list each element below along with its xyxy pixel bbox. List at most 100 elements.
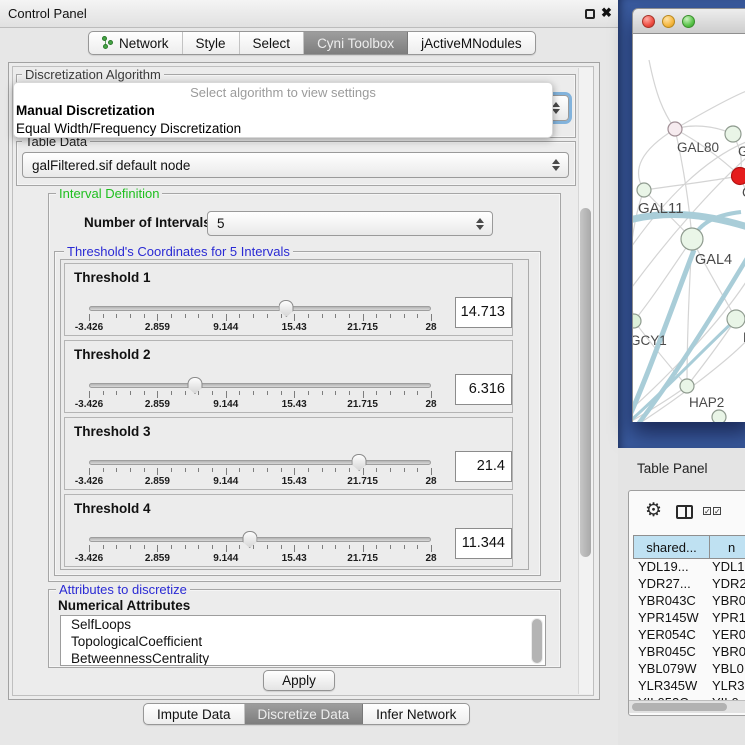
node-label-gal4: GAL4 <box>695 252 732 268</box>
cell-name: YDL1 <box>707 559 745 576</box>
control-panel-tabs: Network Style Select Cyni Toolbox jActiv… <box>88 31 536 55</box>
control-panel-titlebar <box>0 0 618 28</box>
zoom-traffic-light-icon[interactable] <box>682 15 695 28</box>
slider-ticks <box>89 314 431 322</box>
node-gcy1[interactable] <box>633 314 641 328</box>
tab[interactable]: Discretize Data <box>245 704 364 724</box>
tab[interactable]: Network <box>89 32 183 54</box>
attribute-list-item[interactable]: SelfLoops <box>61 616 545 633</box>
tab[interactable]: Infer Network <box>363 704 469 724</box>
node-gal11[interactable] <box>637 183 651 197</box>
gear-icon[interactable]: ⚙ <box>645 499 662 522</box>
table-row[interactable]: YDR27... YDR2 <box>633 576 745 593</box>
tab-label: Cyni Toolbox <box>317 32 394 55</box>
threshold-label: Threshold 1 <box>74 270 151 285</box>
interval-definition-label: Interval Definition <box>56 186 162 201</box>
cell-shared-name: YBL079W <box>633 661 707 678</box>
node-hap2[interactable] <box>680 379 694 393</box>
threshold-row: Threshold 4 -3.4262.8599.14415.4321.7152… <box>64 494 513 567</box>
slider-tick-labels: -3.4262.8599.14415.4321.71528 <box>89 322 431 333</box>
tab[interactable]: Style <box>183 32 240 54</box>
node-label-gal11: GAL11 <box>638 200 684 217</box>
node-label-gcy1: GCY1 <box>633 333 667 348</box>
tab-label: Impute Data <box>157 704 231 725</box>
slider-ticks <box>89 391 431 399</box>
attribute-list-item[interactable]: TopologicalCoefficient <box>61 633 545 650</box>
tab-label: Infer Network <box>376 704 456 725</box>
table-row[interactable]: YBR043C YBR0 <box>633 593 745 610</box>
threshold-row: Threshold 2 -3.4262.8599.14415.4321.7152… <box>64 340 513 413</box>
minimize-traffic-light-icon[interactable] <box>662 15 675 28</box>
slider-ticks <box>89 468 431 476</box>
combo-stepper-icon <box>552 102 560 114</box>
cell-shared-name: YDR27... <box>633 576 707 593</box>
table-row[interactable]: YER054C YER0 <box>633 627 745 644</box>
screen: Control Panel ✖ Network Style Select Cyn… <box>0 0 745 745</box>
horizontal-scrollbar[interactable] <box>629 700 745 713</box>
horizontal-scrollbar-thumb[interactable] <box>632 703 727 711</box>
slider-tick-labels: -3.4262.8599.14415.4321.71528 <box>89 476 431 487</box>
table-row[interactable]: YBR045C YBR0 <box>633 644 745 661</box>
slider-track[interactable] <box>89 383 431 388</box>
slider-track[interactable] <box>89 460 431 465</box>
table-row[interactable]: YPR145W YPR1 <box>633 610 745 627</box>
network-view-window: GAL80 GA GAL11 C GAL4 GCY1 H HAP2 <box>632 8 745 422</box>
node-gal4[interactable] <box>681 228 703 250</box>
cell-shared-name: YBR045C <box>633 644 707 661</box>
dropdown-option[interactable]: Manual Discretization <box>14 102 552 120</box>
table-row[interactable]: YDL19... YDL1 <box>633 559 745 576</box>
column-header-shared[interactable]: shared... <box>633 535 710 559</box>
number-of-intervals-combobox[interactable]: 5 <box>207 211 493 236</box>
tab[interactable]: Cyni Toolbox <box>304 32 408 54</box>
slider-track[interactable] <box>89 537 431 542</box>
list-scrollbar-thumb[interactable] <box>532 619 542 663</box>
node-red-selected[interactable] <box>732 168 745 185</box>
vertical-scrollbar-thumb[interactable] <box>580 208 591 557</box>
tab[interactable]: Select <box>240 32 305 54</box>
numerical-attributes-list: SelfLoops TopologicalCoefficient Between… <box>60 615 546 666</box>
threshold-row: Threshold 1 -3.4262.8599.14415.4321.7152… <box>64 263 513 336</box>
dropdown-option[interactable]: Equal Width/Frequency Discretization <box>14 120 552 138</box>
checkbox-icons[interactable]: ✓✓ <box>703 507 721 515</box>
tab-label: Select <box>253 32 291 55</box>
tab[interactable]: Impute Data <box>144 704 245 724</box>
node-label-hap2: HAP2 <box>689 395 724 410</box>
cell-shared-name: YBR043C <box>633 593 707 610</box>
cell-name: YBL0 <box>707 661 744 678</box>
table-row[interactable]: YBL079W YBL0 <box>633 661 745 678</box>
float-window-icon[interactable] <box>585 9 595 19</box>
threshold-value-field[interactable]: 6.316 <box>455 374 512 405</box>
threshold-label: Threshold 3 <box>74 424 151 439</box>
table-header-row: shared... n <box>633 535 745 559</box>
column-view-icon[interactable] <box>676 505 693 519</box>
threshold-value-field[interactable]: 14.713 <box>455 297 512 328</box>
threshold-value-field[interactable]: 21.4 <box>455 451 512 482</box>
network-window-titlebar[interactable] <box>632 8 745 34</box>
close-icon[interactable]: ✖ <box>601 5 612 21</box>
apply-button[interactable]: Apply <box>263 670 335 691</box>
node-label-gal80: GAL80 <box>677 140 719 155</box>
list-scrollbar[interactable] <box>531 618 543 664</box>
attribute-list-item[interactable]: BetweennessCentrality <box>61 650 545 666</box>
network-graph: GAL80 GA GAL11 C GAL4 GCY1 H HAP2 <box>633 34 745 422</box>
node-partial-h[interactable] <box>727 310 745 328</box>
cell-shared-name: YER054C <box>633 627 707 644</box>
dropdown-hint-item[interactable]: Select algorithm to view settings <box>14 83 552 102</box>
threshold-value-field[interactable]: 11.344 <box>455 528 512 559</box>
node-gal80[interactable] <box>668 122 682 136</box>
tab-label: jActiveMNodules <box>421 32 522 55</box>
numerical-attributes-label: Numerical Attributes <box>58 598 190 613</box>
table-data-combobox[interactable]: galFiltered.sif default node <box>22 152 569 178</box>
node-label-partial-top: GA <box>738 144 745 159</box>
close-traffic-light-icon[interactable] <box>642 15 655 28</box>
table-row[interactable]: YLR345W YLR3 <box>633 678 745 695</box>
node-partial-top[interactable] <box>725 126 741 142</box>
tab-label: Style <box>196 32 226 55</box>
algorithm-dropdown-popup: Select algorithm to view settings Manual… <box>13 82 553 138</box>
tab[interactable]: jActiveMNodules <box>408 32 535 54</box>
node-partial-bottom[interactable] <box>712 410 726 422</box>
slider-track[interactable] <box>89 306 431 311</box>
network-canvas[interactable]: GAL80 GA GAL11 C GAL4 GCY1 H HAP2 <box>632 34 745 422</box>
number-of-intervals-label: Number of Intervals <box>84 215 211 230</box>
column-header-name[interactable]: n <box>710 535 745 559</box>
